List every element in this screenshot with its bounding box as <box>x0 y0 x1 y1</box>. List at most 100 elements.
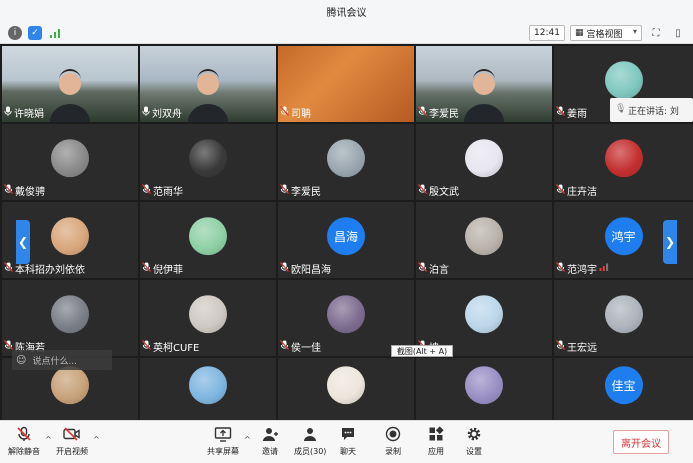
chat-placeholder: 说点什么... <box>32 356 78 367</box>
speaker-mic-icon: 🎙 <box>615 104 627 114</box>
mic-muted-icon <box>418 183 427 197</box>
mic-muted-icon <box>142 261 151 275</box>
participant-name: 姜雨 <box>567 108 587 120</box>
mic-muted-icon <box>280 261 289 275</box>
record-button[interactable]: 录制 <box>384 425 402 457</box>
participant-avatar <box>51 217 89 256</box>
participant-tile[interactable]: 英柯CUFE <box>140 280 276 356</box>
video-person-silhouette <box>462 66 506 122</box>
participant-name: 许晓娟 <box>14 108 44 120</box>
participant-avatar <box>189 295 227 334</box>
participant-name: 殷文武 <box>429 186 459 198</box>
participant-tile[interactable]: 刘双舟 <box>140 46 276 122</box>
next-page-arrow[interactable]: ❯ <box>663 220 677 264</box>
window-mode-icon[interactable]: ▯ <box>670 25 686 41</box>
settings-button[interactable]: 设置 <box>465 425 483 457</box>
participant-tile[interactable]: 陈海若 <box>2 280 138 356</box>
apps-button[interactable]: 应用 <box>427 425 445 457</box>
mic-muted-icon <box>4 183 13 197</box>
participant-tile[interactable] <box>416 358 552 420</box>
participant-tile[interactable] <box>140 358 276 420</box>
participant-tile[interactable]: 佳宝 <box>554 358 693 420</box>
participant-avatar <box>465 295 503 334</box>
participant-tile[interactable]: 范雨华 <box>140 124 276 200</box>
participant-tile[interactable]: 殷文武 <box>416 124 552 200</box>
participant-tile[interactable]: 庄卉洁 <box>554 124 693 200</box>
participant-tile[interactable]: 司聃 <box>278 46 414 122</box>
unmute-button[interactable]: 解除静音 <box>8 425 40 457</box>
chat-input[interactable]: ☺ 说点什么... <box>12 350 112 370</box>
participant-tile[interactable]: 李爱民 <box>416 46 552 122</box>
meeting-clock: 12:41 <box>529 25 565 41</box>
participant-tile[interactable]: 李爱民 <box>278 124 414 200</box>
participant-name: 王宏远 <box>567 342 597 354</box>
participant-tile[interactable] <box>278 358 414 420</box>
participant-nameplate: 欧阳昌海 <box>280 261 331 276</box>
participant-tile[interactable]: 倪伊菲 <box>140 202 276 278</box>
mic-muted-icon <box>418 105 427 119</box>
leave-meeting-button[interactable]: 离开会议 <box>613 430 669 454</box>
window-title: 腾讯会议 <box>326 7 367 19</box>
share-screen-button[interactable]: 共享屏幕 <box>207 425 239 457</box>
camera-off-icon <box>63 425 81 443</box>
mic-muted-icon <box>142 339 151 353</box>
participant-avatar: 昌海 <box>327 217 365 256</box>
participant-nameplate: 姜雨 <box>556 105 587 120</box>
start-video-button[interactable]: 开启视频 <box>56 425 88 457</box>
screenshot-tooltip: 截图(Alt + A) <box>391 345 453 357</box>
audio-options-caret-icon[interactable]: ^ <box>45 435 52 444</box>
fullscreen-icon[interactable]: ⛶ <box>648 25 664 41</box>
participant-avatar <box>189 217 227 256</box>
chat-button[interactable]: 聊天 <box>339 425 357 457</box>
invite-button[interactable]: 邀请 <box>261 425 279 457</box>
participant-avatar <box>189 139 227 178</box>
grid-view-icon: ▦ <box>575 28 584 38</box>
participant-name: 范鸿宇 <box>567 264 597 276</box>
view-selector-label: 宫格视图 <box>586 29 623 40</box>
participant-name: 戴俊骋 <box>15 186 45 198</box>
shield-icon[interactable]: ✓ <box>28 26 42 40</box>
participant-avatar <box>189 366 227 405</box>
participant-nameplate: 司聃 <box>280 105 311 120</box>
participant-avatar <box>327 139 365 178</box>
previous-page-arrow[interactable]: ❮ <box>16 220 30 264</box>
mic-muted-icon <box>4 261 13 275</box>
mic-icon <box>4 106 12 119</box>
video-person-silhouette <box>48 66 92 122</box>
speaking-indicator: 🎙 正在讲话: 刘 <box>610 98 693 122</box>
mic-muted-icon <box>556 105 565 119</box>
members-button[interactable]: 成员(30) <box>294 425 326 457</box>
signal-icon[interactable] <box>48 26 62 40</box>
video-options-caret-icon[interactable]: ^ <box>93 435 100 444</box>
participant-name: 泊言 <box>429 264 449 276</box>
participant-tile[interactable]: 王宏远 <box>554 280 693 356</box>
participant-name: 李爱民 <box>429 108 459 120</box>
participant-tile[interactable]: 许晓娟 <box>2 46 138 122</box>
apps-grid-icon <box>427 425 445 443</box>
mic-muted-icon <box>418 261 427 275</box>
participant-tile[interactable]: 泊言 <box>416 202 552 278</box>
participant-avatar <box>604 295 643 334</box>
participant-tile[interactable]: 戴俊骋 <box>2 124 138 200</box>
mic-muted-icon <box>142 183 151 197</box>
info-icon[interactable]: i <box>8 26 22 40</box>
emoji-icon[interactable]: ☺ <box>16 355 26 366</box>
participant-name: 倪伊菲 <box>153 264 183 276</box>
participant-nameplate: 殷文武 <box>418 183 459 198</box>
mic-muted-icon <box>280 183 289 197</box>
gear-icon <box>465 425 483 443</box>
participant-tile[interactable]: 昌海欧阳昌海 <box>278 202 414 278</box>
chevron-down-icon: ▾ <box>632 27 637 36</box>
participant-avatar: 鸿宇 <box>604 217 643 256</box>
participant-nameplate: 英柯CUFE <box>142 339 199 354</box>
bottom-toolbar: 解除静音 ^ 开启视频 ^ 共享屏幕 ^ 邀请 成员(30) 聊天 录制 应用 … <box>0 420 693 463</box>
participant-avatar <box>51 295 89 334</box>
participant-nameplate: 戴俊骋 <box>4 183 45 198</box>
mic-muted-icon <box>15 425 33 443</box>
mic-icon <box>142 106 150 119</box>
participant-nameplate: 范鸿宇 <box>556 261 609 276</box>
share-options-caret-icon[interactable]: ^ <box>244 435 251 444</box>
participant-avatar <box>465 217 503 256</box>
view-selector[interactable]: ▦ 宫格视图 ▾ <box>570 25 642 41</box>
participant-name: 庄卉洁 <box>567 186 597 198</box>
